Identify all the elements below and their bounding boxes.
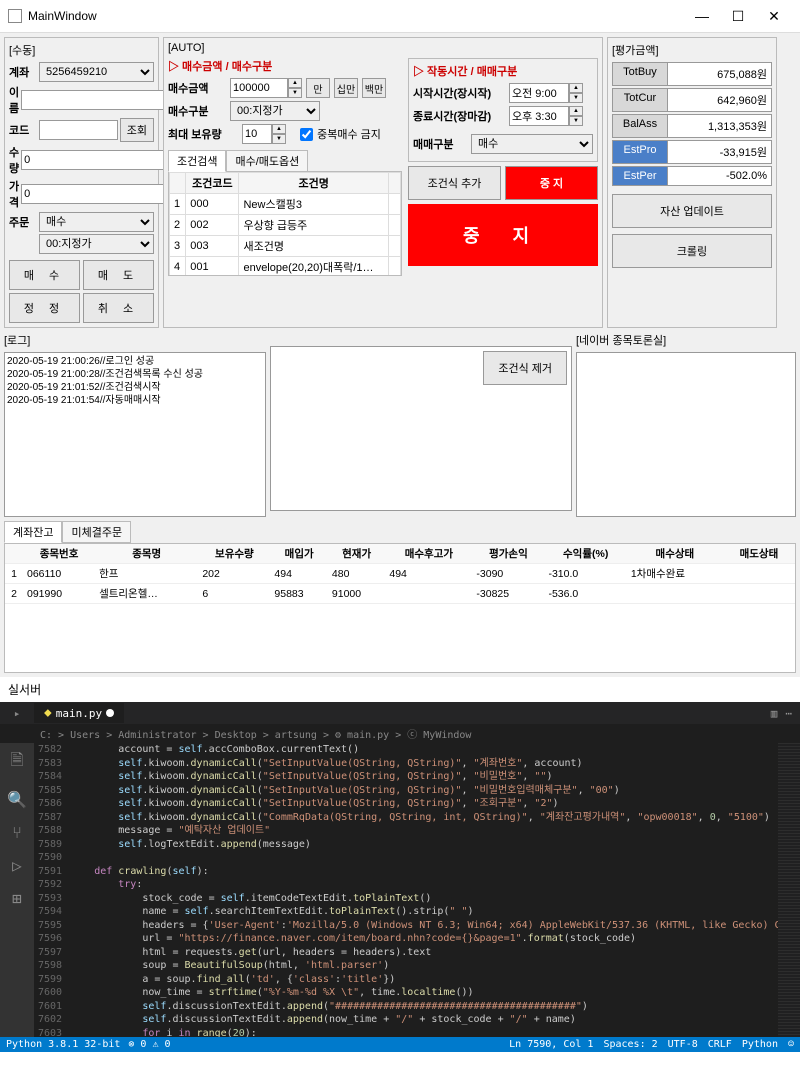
end-time[interactable] [509, 106, 569, 126]
cond-row[interactable]: 1000New스캘핑3 [170, 194, 401, 215]
holdings-panel: 계좌잔고 미체결주문 종목번호종목명보유수량매입가현재가매수후고가평가손익수익률… [4, 521, 796, 673]
unit-1m[interactable]: 백만 [362, 78, 386, 98]
buy-button[interactable]: 매 수 [9, 260, 80, 290]
files-icon[interactable]: 🗎 [11, 749, 24, 776]
center-panel: 조건식 제거 [270, 332, 572, 517]
maxhold-input[interactable] [242, 124, 272, 144]
maximize-button[interactable]: ☐ [720, 4, 756, 28]
tab-condition[interactable]: 조건검색 [168, 150, 226, 172]
manual-group: [수동] 계좌 5256459210 이름 코드 조회 수량 ▲▼ 가격 ▲▼ … [4, 37, 159, 328]
tab-options[interactable]: 매수/매도옵션 [226, 150, 308, 172]
stop-button-big[interactable]: 중 지 [408, 204, 598, 266]
correct-button[interactable]: 정 정 [9, 293, 80, 323]
cond-row[interactable]: 4001envelope(20,20)대폭락/1… [170, 257, 401, 277]
status-bar[interactable]: Python 3.8.1 32-bit ⊗ 0 ⚠ 0 Ln 7590, Col… [0, 1037, 800, 1052]
unit-100k[interactable]: 십만 [334, 78, 358, 98]
explorer-icon[interactable]: ▸ [0, 707, 34, 720]
more-icon[interactable]: ⋯ [785, 707, 792, 720]
manual-title: [수동] [9, 42, 154, 58]
add-condition-button[interactable]: 조건식 추가 [408, 166, 501, 200]
tab-balance[interactable]: 계좌잔고 [4, 521, 62, 543]
amount-input[interactable] [230, 78, 288, 98]
lookup-button[interactable]: 조회 [120, 118, 154, 142]
cond-row[interactable]: 3003새조건명 [170, 236, 401, 257]
ext-icon[interactable]: ⊞ [12, 889, 22, 908]
window-title: MainWindow [28, 9, 684, 23]
code-area[interactable]: account = self.accComboBox.currentText()… [70, 743, 778, 1037]
code-input[interactable] [39, 120, 118, 140]
debug-icon[interactable]: ▷ [12, 856, 22, 875]
crawl-button[interactable]: 크롤링 [612, 234, 772, 268]
holdings-table[interactable]: 종목번호종목명보유수량매입가현재가매수후고가평가손익수익률(%)매수상태매도상태… [4, 543, 796, 673]
remove-condition-button[interactable]: 조건식 제거 [483, 351, 567, 385]
unit-10k[interactable]: 만 [306, 78, 330, 98]
hold-row[interactable]: 1066110한프202494480494-3090-310.01차매수완료 [5, 564, 795, 584]
minimize-button[interactable]: — [684, 4, 720, 28]
minimap[interactable] [778, 743, 800, 1037]
cond-row[interactable]: 2002우상향 급등주 [170, 215, 401, 236]
eval-title: [평가금액] [612, 42, 772, 58]
price-input[interactable] [21, 184, 169, 204]
vscode-editor: ▸ ⬥main.py ▥ ⋯ C: > Users > Administrato… [0, 702, 800, 1052]
split-icon[interactable]: ▥ [771, 707, 778, 720]
asset-update-button[interactable]: 자산 업데이트 [612, 194, 772, 228]
ordtype-select[interactable]: 00:지정가 [39, 234, 154, 254]
tab-pending[interactable]: 미체결주문 [62, 521, 131, 543]
sell-button[interactable]: 매 도 [83, 260, 154, 290]
eval-group: [평가금액] TotBuy675,088원TotCur642,960원BalAs… [607, 37, 777, 328]
cancel-button[interactable]: 취 소 [83, 293, 154, 323]
dup-checkbox[interactable] [300, 128, 313, 141]
hold-row[interactable]: 2091990셀트리온헬…69588391000-30825-536.0 [5, 584, 795, 604]
start-time[interactable] [509, 83, 569, 103]
buytype-select[interactable]: 00:지정가 [230, 101, 320, 121]
close-button[interactable]: ✕ [756, 4, 792, 28]
naver-box[interactable] [576, 352, 796, 517]
qty-input[interactable] [21, 150, 169, 170]
naver-panel: [네이버 종목토론실] [576, 332, 796, 517]
log-box[interactable]: 2020-05-19 21:00:26//로그인 성공2020-05-19 21… [4, 352, 266, 517]
order-select[interactable]: 매수 [39, 212, 154, 232]
stop-button-1[interactable]: 중 지 [505, 166, 598, 200]
log-panel: [로그] 2020-05-19 21:00:26//로그인 성공2020-05-… [4, 332, 266, 517]
git-icon[interactable]: ⑂ [12, 823, 22, 842]
name-input[interactable] [21, 90, 169, 110]
condition-table[interactable]: 조건코드조건명 1000New스캘핑32002우상향 급등주3003새조건명40… [168, 171, 402, 276]
account-select[interactable]: 5256459210 [39, 62, 154, 82]
search-icon[interactable]: 🔍 [7, 790, 27, 809]
breadcrumb[interactable]: C: > Users > Administrator > Desktop > a… [0, 724, 800, 743]
editor-tab[interactable]: ⬥main.py [34, 703, 124, 723]
server-label: 실서버 [0, 677, 800, 702]
app-icon [8, 9, 22, 23]
auto-group: [AUTO] ▷ 매수금액 / 매수구분 매수금액 ▲▼ 만 십만 백만 매수구… [163, 37, 603, 328]
trade-select[interactable]: 매수 [471, 134, 593, 154]
auto-title: [AUTO] [168, 42, 598, 54]
